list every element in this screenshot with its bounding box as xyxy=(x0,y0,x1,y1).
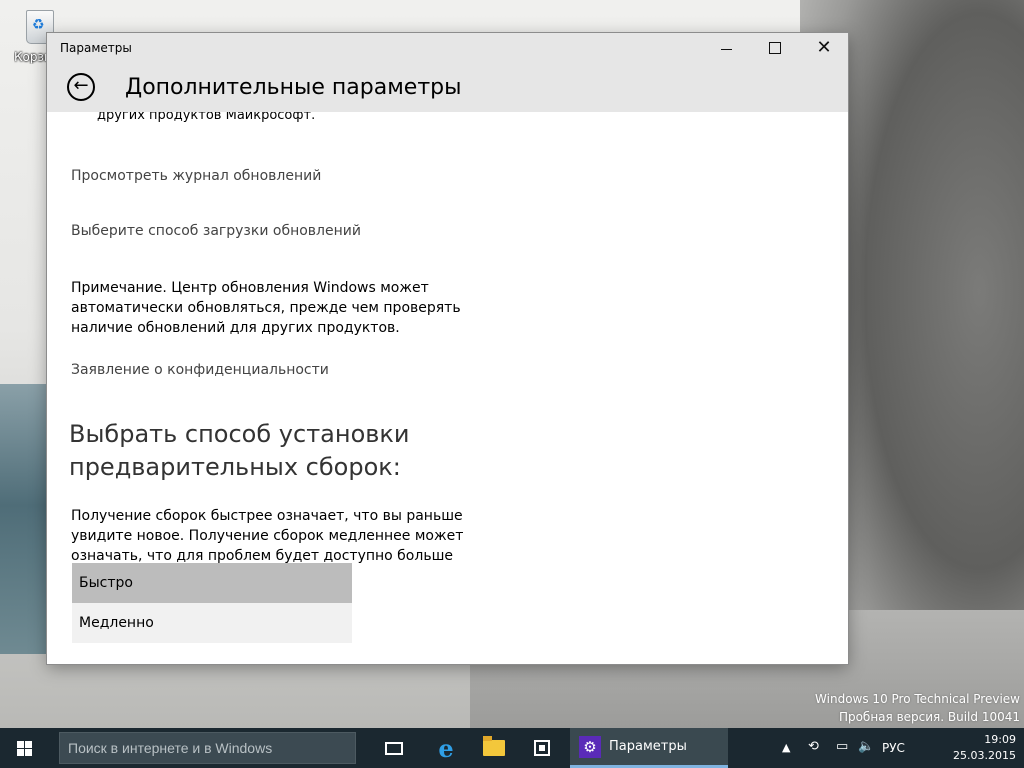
windows-logo-icon xyxy=(16,740,32,756)
settings-content: других продуктов Майкрософт. Просмотреть… xyxy=(47,112,848,664)
taskbar-app-label: Параметры xyxy=(609,739,687,754)
task-view-button[interactable] xyxy=(370,728,418,768)
folder-icon xyxy=(483,736,505,756)
search-input[interactable]: Поиск в интернете и в Windows xyxy=(59,732,356,764)
store-button[interactable] xyxy=(518,728,566,768)
close-icon: ✕ xyxy=(816,37,832,58)
minimize-button[interactable] xyxy=(703,33,749,63)
choose-delivery-link[interactable]: Выберите способ загрузки обновлений xyxy=(71,223,361,239)
volume-icon[interactable]: 🔈 xyxy=(858,739,874,754)
title-bar[interactable]: Параметры ✕ xyxy=(47,33,848,63)
network-icon[interactable]: ▭ xyxy=(836,739,848,754)
store-icon xyxy=(534,740,550,756)
settings-window: Параметры ✕ ← Дополнительные параметры д… xyxy=(47,33,848,664)
option-slow[interactable]: Медленно xyxy=(72,603,352,643)
desktop: Корзина Windows 10 Pro Technical Preview… xyxy=(0,0,1024,728)
start-button[interactable] xyxy=(0,728,48,768)
page-header: ← Дополнительные параметры xyxy=(47,63,848,112)
language-indicator[interactable]: РУС xyxy=(882,741,905,755)
option-fast[interactable]: Быстро xyxy=(72,563,352,603)
clock[interactable]: 19:09 25.03.2015 xyxy=(953,732,1016,764)
back-button[interactable]: ← xyxy=(67,73,95,101)
back-arrow-icon: ← xyxy=(73,75,89,96)
clock-date: 25.03.2015 xyxy=(953,749,1016,762)
internet-explorer-button[interactable]: e xyxy=(422,728,470,768)
taskbar-settings-app[interactable]: ⚙ Параметры xyxy=(570,728,728,768)
note-text: Примечание. Центр обновления Windows мож… xyxy=(71,280,461,336)
watermark-line2: Пробная версия. Build 10041 xyxy=(838,710,1020,724)
clock-time: 19:09 xyxy=(984,733,1016,746)
section-title: Выбрать способ установки предварительных… xyxy=(69,420,410,481)
system-tray: ▲ ⟲ ▭ 🔈 РУС 19:09 25.03.2015 xyxy=(776,728,1024,768)
checkbox-label: других продуктов Майкрософт. xyxy=(97,112,316,123)
close-button[interactable]: ✕ xyxy=(801,33,847,63)
watermark-line1: Windows 10 Pro Technical Preview xyxy=(815,692,1020,706)
show-hidden-icons-icon[interactable]: ▲ xyxy=(782,741,790,754)
internet-explorer-icon: e xyxy=(438,733,454,763)
minimize-icon xyxy=(720,48,732,50)
gear-icon: ⚙ xyxy=(579,735,601,758)
build-watermark: Windows 10 Pro Technical Preview Пробная… xyxy=(815,690,1020,726)
privacy-statement-link[interactable]: Заявление о конфиденциальности xyxy=(71,362,329,378)
task-view-icon xyxy=(385,741,403,755)
window-title: Параметры xyxy=(60,41,132,55)
sync-error-icon[interactable]: ⟲ xyxy=(808,739,819,754)
taskbar: Поиск в интернете и в Windows e ⚙ Параме… xyxy=(0,728,1024,768)
file-explorer-button[interactable] xyxy=(470,728,518,768)
page-title: Дополнительные параметры xyxy=(125,75,462,100)
view-update-history-link[interactable]: Просмотреть журнал обновлений xyxy=(71,168,321,184)
maximize-button[interactable] xyxy=(752,33,798,63)
maximize-icon xyxy=(769,42,781,54)
